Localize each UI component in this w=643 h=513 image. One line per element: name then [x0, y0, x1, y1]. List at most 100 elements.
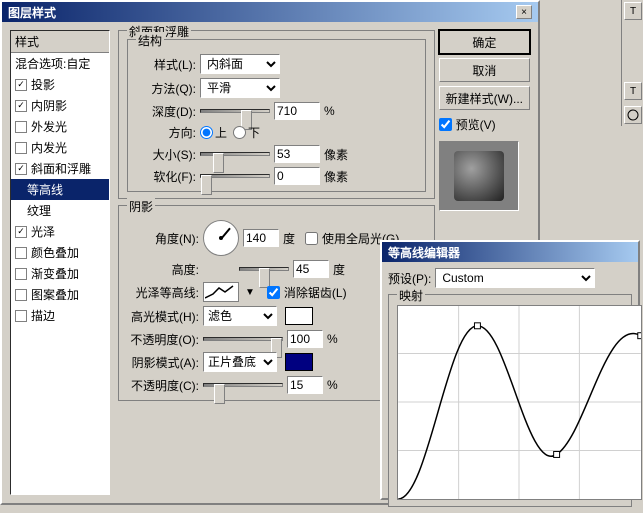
sidebar-label-waifa: 外发光 — [31, 118, 67, 135]
antialias-checkbox[interactable] — [267, 286, 280, 299]
highlight-mode-label: 高光模式(H): — [127, 308, 199, 325]
dir-down-radio[interactable] — [233, 126, 246, 139]
sidebar-item-neiyin[interactable]: 内阴影 — [11, 95, 109, 116]
sidebar-item-guangze[interactable]: 光泽 — [11, 221, 109, 242]
sidebar-label-tuancdie: 图案叠加 — [31, 286, 79, 303]
method-select[interactable]: 平滑 — [200, 78, 280, 98]
preview-checkbox[interactable] — [439, 118, 452, 131]
depth-row: 深度(D): % — [136, 102, 417, 120]
contour-label: 光泽等高线: — [127, 284, 199, 301]
style-select[interactable]: 内斜面 — [200, 54, 280, 74]
angle-input[interactable] — [243, 229, 279, 247]
depth-slider[interactable] — [200, 104, 270, 118]
cancel-button[interactable]: 取消 — [439, 58, 530, 82]
soften-label: 软化(F): — [136, 168, 196, 185]
shadow-color-swatch[interactable] — [285, 353, 313, 371]
size-slider[interactable] — [200, 147, 270, 161]
soften-unit: 像素 — [324, 168, 348, 185]
title-bar: 图层样式 × — [2, 2, 538, 22]
highlight-color-swatch[interactable] — [285, 307, 313, 325]
contour-editor-title: 等高线编辑器 — [388, 244, 460, 261]
antialias-label: 消除锯齿(L) — [284, 284, 347, 301]
new-style-button[interactable]: 新建样式(W)... — [439, 86, 530, 110]
preset-label: 预设(P): — [388, 270, 431, 287]
shadow-mode-select[interactable]: 正片叠底 — [203, 352, 277, 372]
tool-icon-1[interactable]: T — [624, 2, 642, 20]
sidebar-label-yansecdie: 颜色叠加 — [31, 244, 79, 261]
sidebar-item-xiehefu[interactable]: 斜面和浮雕 — [11, 158, 109, 179]
dir-down-option[interactable]: 下 — [233, 124, 260, 141]
check-neifa[interactable] — [15, 142, 27, 154]
height-input[interactable] — [293, 260, 329, 278]
contour-swatch[interactable] — [203, 282, 239, 302]
check-tuancdie[interactable] — [15, 289, 27, 301]
ok-button[interactable]: 确定 — [439, 30, 530, 54]
sidebar-label-touying: 投影 — [31, 76, 55, 93]
highlight-opacity-input[interactable] — [287, 330, 323, 348]
soften-slider[interactable] — [200, 169, 270, 183]
sidebar-item-touying[interactable]: 投影 — [11, 74, 109, 95]
bevel-emboss-group: 斜面和浮雕 结构 样式(L): 内斜面 方法(Q) — [118, 30, 435, 199]
sidebar-label-wenli: 纹理 — [27, 202, 51, 219]
structure-title: 结构 — [136, 32, 164, 49]
tool-icon-3[interactable] — [624, 106, 642, 124]
sidebar-label-neiyin: 内阴影 — [31, 97, 67, 114]
highlight-opacity-slider[interactable] — [203, 332, 283, 346]
check-waifa[interactable] — [15, 121, 27, 133]
sidebar-item-tuancdie[interactable]: 图案叠加 — [11, 284, 109, 305]
height-unit: 度 — [333, 261, 345, 278]
sidebar-item-miaoBian[interactable]: 描边 — [11, 305, 109, 326]
sidebar-label-guangze: 光泽 — [31, 223, 55, 240]
check-xiehefu[interactable] — [15, 163, 27, 175]
dir-up-option[interactable]: 上 — [200, 124, 227, 141]
contour-editor-dialog: 等高线编辑器 预设(P): Custom 映射 — [380, 240, 640, 500]
sidebar-label-hunhe: 混合选项:自定 — [15, 55, 90, 72]
style-row: 样式(L): 内斜面 — [136, 54, 417, 74]
preset-row: 预设(P): Custom — [388, 268, 632, 288]
contour-dropdown-icon[interactable]: ▼ — [245, 287, 255, 298]
preview-box — [439, 141, 519, 211]
angle-unit: 度 — [283, 230, 295, 247]
check-neiyin[interactable] — [15, 100, 27, 112]
sidebar-item-dengaoxian[interactable]: 等高线 — [11, 179, 109, 200]
dir-up-radio[interactable] — [200, 126, 213, 139]
sidebar-item-wenli[interactable]: 纹理 — [11, 200, 109, 221]
size-row: 大小(S): 像素 — [136, 145, 417, 163]
sidebar-item-waifa[interactable]: 外发光 — [11, 116, 109, 137]
sidebar-label-xiehefu: 斜面和浮雕 — [31, 160, 91, 177]
mapping-title: 映射 — [397, 287, 425, 304]
preview-inner — [454, 151, 504, 201]
sidebar-item-hunhe[interactable]: 混合选项:自定 — [11, 53, 109, 74]
check-yansecdie[interactable] — [15, 247, 27, 259]
sidebar-item-jiandiedie[interactable]: 渐变叠加 — [11, 263, 109, 284]
sidebar-item-neifa[interactable]: 内发光 — [11, 137, 109, 158]
dialog-title: 图层样式 — [8, 4, 56, 21]
right-icons-panel: T T — [621, 0, 643, 126]
global-light-checkbox[interactable] — [305, 232, 318, 245]
depth-input[interactable] — [274, 102, 320, 120]
shadow-opacity-slider[interactable] — [203, 378, 283, 392]
check-touying[interactable] — [15, 79, 27, 91]
sidebar-item-yansecdie[interactable]: 颜色叠加 — [11, 242, 109, 263]
sidebar-label-miaoBian: 描边 — [31, 307, 55, 324]
sidebar-label-neifa: 内发光 — [31, 139, 67, 156]
size-input[interactable] — [274, 145, 320, 163]
angle-dial[interactable] — [203, 220, 239, 256]
check-miaoBian[interactable] — [15, 310, 27, 322]
shadow-opacity-input[interactable] — [287, 376, 323, 394]
depth-unit: % — [324, 104, 335, 118]
height-slider[interactable] — [239, 262, 289, 276]
contour-canvas[interactable] — [397, 305, 642, 500]
structure-group: 结构 样式(L): 内斜面 方法(Q): 平滑 — [127, 39, 426, 192]
preset-select[interactable]: Custom — [435, 268, 595, 288]
method-label: 方法(Q): — [136, 80, 196, 97]
close-button[interactable]: × — [516, 5, 532, 19]
soften-row: 软化(F): 像素 — [136, 167, 417, 185]
contour-editor-body: 预设(P): Custom 映射 — [382, 262, 638, 513]
height-label: 高度: — [127, 261, 199, 278]
soften-input[interactable] — [274, 167, 320, 185]
highlight-mode-select[interactable]: 滤色 — [203, 306, 277, 326]
check-jiandiedie[interactable] — [15, 268, 27, 280]
check-guangze[interactable] — [15, 226, 27, 238]
tool-icon-2[interactable]: T — [624, 82, 642, 100]
